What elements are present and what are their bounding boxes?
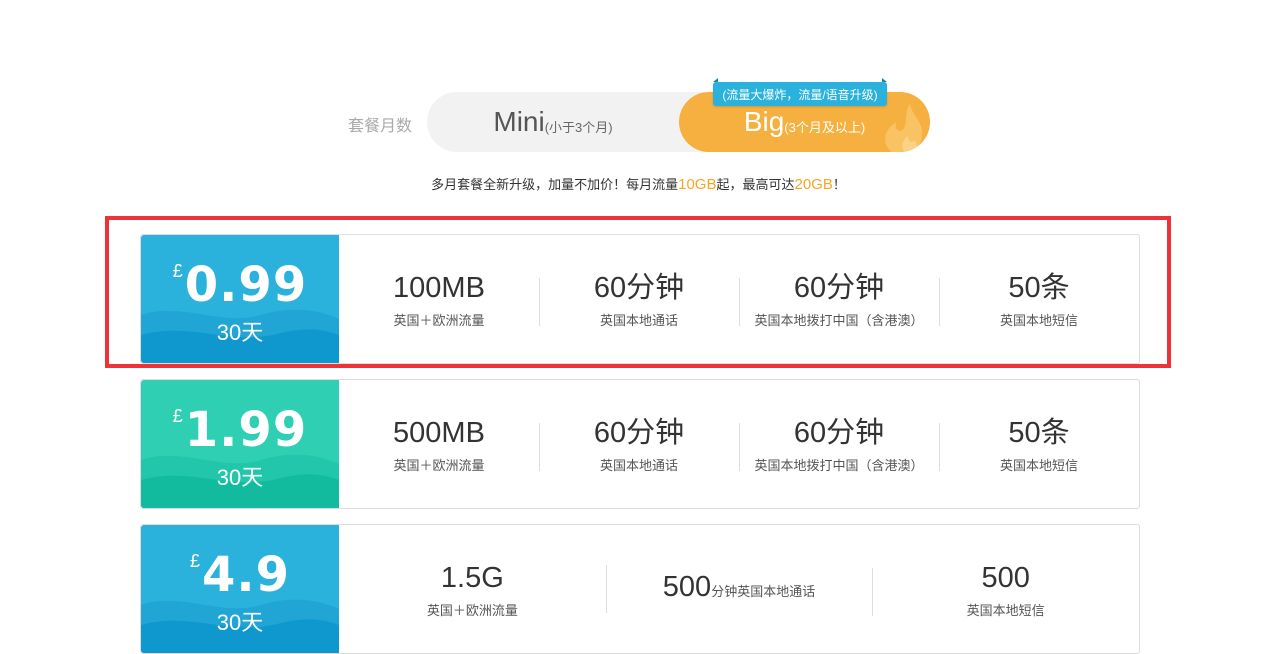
price-amount: 4.9 xyxy=(201,547,291,603)
price-amount: 0.99 xyxy=(184,257,308,313)
plan-duration: 30天 xyxy=(216,465,264,490)
big-plan-sublabel: (3个月及以上) xyxy=(784,119,866,135)
feature-sms: 500 英国本地短信 xyxy=(872,560,1139,619)
feature-desc: 英国本地通话 xyxy=(599,457,678,473)
feature-value: 60分钟 xyxy=(593,416,685,449)
price-panel: £0.99 30天 xyxy=(141,235,339,363)
price: £1.99 xyxy=(141,402,339,458)
feature-china-calls: 60分钟 英国本地拨打中国（含港澳） xyxy=(739,415,939,474)
plan-duration: 30天 xyxy=(216,610,264,635)
promo-part-3: ！ xyxy=(832,177,846,192)
plan-months-label: 套餐月数 xyxy=(348,118,413,135)
feature-data: 500MB 英国＋欧洲流量 xyxy=(339,415,539,474)
feature-value: 500MB xyxy=(393,416,485,449)
currency-symbol: £ xyxy=(189,551,200,571)
promo-highlight-max: 20GB xyxy=(794,176,833,193)
promo-text: 多月套餐全新升级，加量不加价！每月流量10GB起，最高可达20GB！ xyxy=(0,174,1277,193)
feature-value: 100MB xyxy=(393,271,485,304)
feature-desc: 英国本地短信 xyxy=(999,312,1078,328)
price: £4.9 xyxy=(141,547,339,603)
mini-plan-sublabel: (小于3个月) xyxy=(544,119,613,135)
feature-inline-desc: 分钟英国本地通话 xyxy=(711,583,816,599)
feature-local-calls: 60分钟 英国本地通话 xyxy=(539,270,739,329)
feature-sms: 50条 英国本地短信 xyxy=(939,415,1139,474)
plan-duration: 30天 xyxy=(216,320,264,345)
currency-symbol: £ xyxy=(172,261,183,281)
price-panel: £4.9 30天 xyxy=(141,525,339,653)
feature-value: 50条 xyxy=(1008,416,1070,449)
plan-card[interactable]: £4.9 30天 1.5G 英国＋欧洲流量 500分钟英国本地通话 500 英国… xyxy=(140,524,1140,654)
mini-plan-label: Mini xyxy=(493,106,545,137)
feature-value: 60分钟 xyxy=(593,271,685,304)
promo-part-2: 起，最高可达 xyxy=(716,177,795,192)
feature-value: 50条 xyxy=(1008,271,1070,304)
price-amount: 1.99 xyxy=(184,402,308,458)
feature-desc: 英国本地拨打中国（含港澳） xyxy=(754,457,924,473)
price-panel: £1.99 30天 xyxy=(141,380,339,508)
price: £0.99 xyxy=(141,257,339,313)
feature-desc: 英国＋欧洲流量 xyxy=(426,602,518,618)
feature-data: 1.5G 英国＋欧洲流量 xyxy=(339,560,606,619)
feature-desc: 英国＋欧洲流量 xyxy=(393,312,485,328)
big-plan-label: Big xyxy=(743,106,785,137)
plan-card[interactable]: £1.99 30天 500MB 英国＋欧洲流量 60分钟 英国本地通话 60分钟… xyxy=(140,379,1140,509)
feature-data: 100MB 英国＋欧洲流量 xyxy=(339,270,539,329)
mini-plan-option[interactable]: Mini (小于3个月) xyxy=(427,92,679,152)
plan-card[interactable]: £0.99 30天 100MB 英国＋欧洲流量 60分钟 英国本地通话 60分钟… xyxy=(140,234,1140,364)
feature-sms: 50条 英国本地短信 xyxy=(939,270,1139,329)
plan-features: 500MB 英国＋欧洲流量 60分钟 英国本地通话 60分钟 英国本地拨打中国（… xyxy=(339,380,1139,508)
big-plan-badge: (流量大爆炸，流量/语音升级) xyxy=(713,78,887,106)
feature-local-calls: 60分钟 英国本地通话 xyxy=(539,415,739,474)
feature-value-number: 500 xyxy=(662,570,712,603)
feature-desc: 英国本地通话 xyxy=(599,312,678,328)
plan-features: 100MB 英国＋欧洲流量 60分钟 英国本地通话 60分钟 英国本地拨打中国（… xyxy=(339,235,1139,363)
feature-value: 60分钟 xyxy=(793,416,885,449)
feature-desc: 英国＋欧洲流量 xyxy=(393,457,485,473)
promo-highlight-min: 10GB xyxy=(678,176,717,193)
feature-desc: 英国本地拨打中国（含港澳） xyxy=(754,312,924,328)
feature-value: 500分钟英国本地通话 xyxy=(606,557,873,622)
feature-desc: 英国本地短信 xyxy=(966,602,1045,618)
feature-value: 1.5G xyxy=(440,561,504,594)
feature-value: 500 xyxy=(981,561,1030,594)
currency-symbol: £ xyxy=(172,406,183,426)
plan-features: 1.5G 英国＋欧洲流量 500分钟英国本地通话 500 英国本地短信 xyxy=(339,525,1139,653)
promo-part-1: 多月套餐全新升级，加量不加价！每月流量 xyxy=(431,177,679,192)
feature-value: 60分钟 xyxy=(793,271,885,304)
feature-local-calls: 500分钟英国本地通话 xyxy=(605,557,873,622)
feature-desc: 英国本地短信 xyxy=(999,457,1078,473)
feature-china-calls: 60分钟 英国本地拨打中国（含港澳） xyxy=(739,270,939,329)
